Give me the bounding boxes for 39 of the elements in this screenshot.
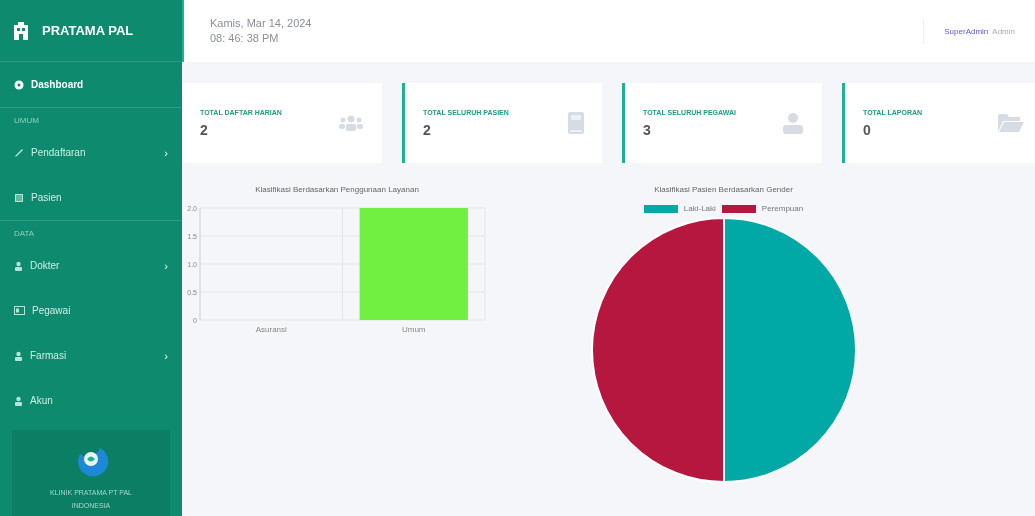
stat-value: 2 xyxy=(423,121,432,138)
legend-swatch xyxy=(643,204,678,213)
hospital-icon xyxy=(14,21,28,40)
chevron-icon: › xyxy=(164,146,168,159)
legend-swatch xyxy=(721,204,756,213)
person-icon xyxy=(14,260,23,271)
users-icon xyxy=(338,114,364,132)
list-icon xyxy=(14,192,24,203)
stat-value: 0 xyxy=(863,121,872,138)
date-text: Kamis, Mar 14, 2024 xyxy=(210,16,312,31)
person-icon xyxy=(14,350,23,361)
legend-label: Laki-Laki xyxy=(683,204,716,213)
sidebar-item[interactable]: Pasien xyxy=(0,175,182,220)
sidebar-item[interactable]: Akun xyxy=(0,378,182,423)
person-icon xyxy=(14,395,23,406)
gauge-icon xyxy=(14,79,24,90)
stat-value: 3 xyxy=(643,121,652,138)
user-role: Admin xyxy=(992,26,1015,36)
sidebar-item[interactable]: Farmasi › xyxy=(0,333,182,378)
sidebar-item[interactable]: Pegawai xyxy=(0,288,182,333)
id-card-icon xyxy=(14,306,25,315)
x-tick-label: Asuransi xyxy=(255,325,287,334)
user-name[interactable]: SuperAdmin xyxy=(944,26,989,36)
chart-title: Klasifikasi Berdasarkan Penggunaan Layanan xyxy=(254,185,420,194)
sidebar-item[interactable]: Pendaftaran › xyxy=(0,130,182,175)
legend-label: Perempuan xyxy=(761,204,804,213)
sidebar-item[interactable]: Dashboard xyxy=(0,62,182,107)
folder-icon xyxy=(998,114,1024,132)
brand-name: PRATAMA PAL xyxy=(42,23,134,38)
chevron-icon: › xyxy=(164,259,168,272)
sidebar-item[interactable]: Dokter › xyxy=(0,243,182,288)
chart-title: Klasifikasi Pasien Berdasarkan Gender xyxy=(654,185,793,194)
time-text: 08: 46: 38 PM xyxy=(210,31,280,46)
stat-value: 2 xyxy=(200,121,209,138)
book-icon xyxy=(568,112,584,134)
x-tick-label: Umum xyxy=(401,325,426,334)
pencil-icon xyxy=(14,147,24,158)
chevron-icon: › xyxy=(164,349,168,362)
person-icon xyxy=(782,112,804,134)
